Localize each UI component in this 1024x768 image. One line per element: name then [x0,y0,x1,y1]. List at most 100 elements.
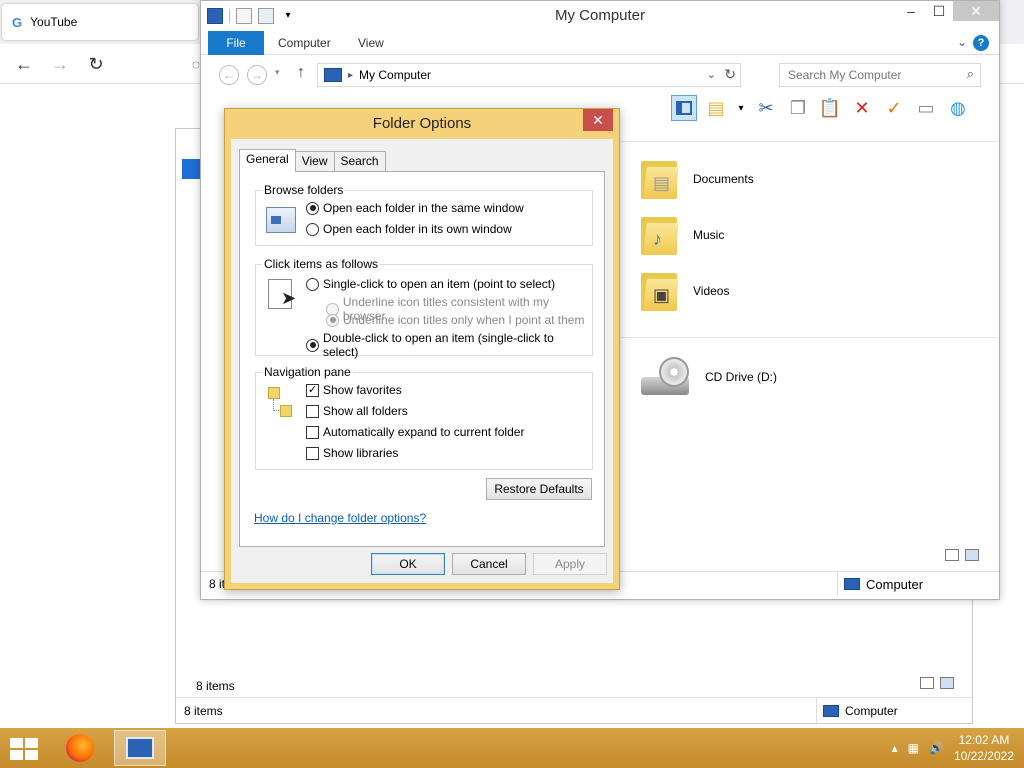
file-item-cd-drive[interactable]: CD Drive (D:) [641,357,777,397]
radio-same-window[interactable]: Open each folder in the same window [306,201,524,215]
preview-pane-icon[interactable] [671,95,697,121]
new-folder-icon[interactable] [258,8,274,24]
restore-defaults-button[interactable]: Restore Defaults [486,478,592,500]
apply-button: Apply [533,553,607,575]
address-bar[interactable]: ▸ My Computer ⌄ ↻ [317,63,741,87]
address-text: My Computer [359,68,432,82]
back-status-count: 8 items [184,703,223,718]
taskbar: ▴ ▦ 🔊 12:02 AM 10/22/2022 [0,728,1024,768]
checkbox-auto-expand[interactable]: Automatically expand to current folder [306,425,524,439]
recent-locations-icon[interactable]: ▾ [275,67,280,78]
properties-icon[interactable] [236,8,252,24]
folder-options-dialog: Folder Options ✕ General View Search Bro… [224,108,620,590]
dialog-tabs: General View Search [239,149,386,172]
drive-icon[interactable]: ▭ [913,95,939,121]
radio-button[interactable] [306,338,319,352]
start-windows-icon[interactable] [10,738,38,760]
browse-folders-label: Browse folders [262,183,346,197]
ribbon-tab-view[interactable]: View [358,31,384,55]
dialog-close-button[interactable]: ✕ [583,109,613,131]
tab-view[interactable]: View [294,151,335,171]
details-view-icon[interactable] [945,549,959,561]
file-item-videos[interactable]: ▣ Videos [641,269,729,313]
maximize-button[interactable]: ☐ [925,1,953,21]
properties-folder-icon[interactable]: ▤ [703,95,729,121]
clock[interactable]: 12:02 AM 10/22/2022 [954,732,1014,764]
tab-general[interactable]: General [239,149,296,172]
radio-own-window[interactable]: Open each folder in its own window [306,222,512,236]
forward-arrow-icon[interactable]: → [48,52,72,76]
taskbar-firefox[interactable] [54,730,106,766]
taskbar-explorer[interactable] [114,730,166,766]
breadcrumb-chevron-icon[interactable]: ▸ [348,70,353,81]
search-input[interactable]: Search My Computer ⌕ [779,63,981,87]
computer-icon [126,737,154,759]
divider [229,9,230,23]
checkbox[interactable] [306,404,319,418]
volume-icon[interactable]: 🔊 [929,741,944,755]
delete-icon[interactable]: ✕ [849,95,875,121]
radio-button[interactable] [306,222,319,236]
tab-search[interactable]: Search [333,151,386,171]
navigation-pane-label: Navigation pane [262,365,353,379]
radio-double-click[interactable]: Double-click to open an item (single-cli… [306,331,592,359]
checkbox[interactable] [306,425,319,439]
large-icons-view-icon[interactable] [940,677,954,689]
large-icons-view-icon[interactable] [965,549,979,561]
refresh-icon[interactable]: ↻ [724,66,736,83]
show-hidden-icons-icon[interactable]: ▴ [892,741,898,755]
network-icon[interactable]: ▦ [908,741,919,755]
forward-nav-icon[interactable]: → [247,65,267,85]
reload-icon[interactable]: ↻ [84,52,108,76]
ribbon-tab-computer[interactable]: Computer [278,31,331,55]
ok-button[interactable]: OK [371,553,445,575]
checkbox-show-all-folders[interactable]: Show all folders [306,404,408,418]
group-divider [621,337,997,338]
file-list: ▤ Documents ♪ Music ▣ Videos CD Drive (D… [621,141,997,571]
view-toggles [945,549,979,561]
quick-access-toolbar: ▾ [207,8,296,24]
back-nav-icon[interactable]: ← [219,65,239,85]
dropdown-icon[interactable]: ▾ [735,95,747,121]
close-button[interactable]: ✕ [953,1,999,21]
up-arrow-icon[interactable]: ↑ [297,64,305,82]
file-item-documents[interactable]: ▤ Documents [641,157,754,201]
documents-folder-icon: ▤ [641,157,681,201]
browser-tab-youtube[interactable]: G YouTube [2,4,198,40]
search-icon: ⌕ [966,66,974,81]
browse-folders-icon [266,207,296,233]
click-items-label: Click items as follows [262,257,381,271]
cd-drive-icon [641,357,693,397]
back-status-item-count: 8 items [196,679,235,693]
firefox-icon [66,734,94,762]
radio-single-click[interactable]: Single-click to open an item (point to s… [306,277,555,291]
checkbox-show-libraries[interactable]: Show libraries [306,446,398,460]
google-favicon-icon: G [12,14,23,30]
cancel-button[interactable]: Cancel [452,553,526,575]
cut-icon[interactable]: ✂ [753,95,779,121]
checkbox[interactable] [306,446,319,460]
clock-time: 12:02 AM [958,733,1010,747]
minimize-button[interactable]: – [897,1,925,21]
command-toolbar: ▤ ▾ ✂ ❐ 📋 ✕ ✓ ▭ ◍ [671,93,991,123]
customize-qat-icon[interactable]: ▾ [280,8,296,24]
file-item-music[interactable]: ♪ Music [641,213,724,257]
help-icon[interactable]: ? [973,35,989,51]
copy-icon[interactable]: ❐ [785,95,811,121]
details-view-icon[interactable] [920,677,934,689]
rename-check-icon[interactable]: ✓ [881,95,907,121]
checkbox-show-favorites[interactable]: ✓ Show favorites [306,383,402,397]
computer-icon [844,578,860,590]
address-dropdown-icon[interactable]: ⌄ [707,68,716,81]
back-arrow-icon[interactable]: ← [12,52,36,76]
back-status-location: Computer [816,698,972,724]
checkbox[interactable]: ✓ [306,383,319,397]
help-link[interactable]: How do I change folder options? [254,511,426,525]
network-globe-icon[interactable]: ◍ [945,95,971,121]
paste-icon[interactable]: 📋 [817,95,843,121]
radio-button[interactable] [306,201,319,215]
radio-button[interactable] [306,277,319,291]
expand-ribbon-icon[interactable]: ⌄ [957,35,967,49]
explorer-title-bar: My Computer ▾ – ☐ ✕ [201,1,999,31]
ribbon-tab-file[interactable]: File [208,31,264,55]
